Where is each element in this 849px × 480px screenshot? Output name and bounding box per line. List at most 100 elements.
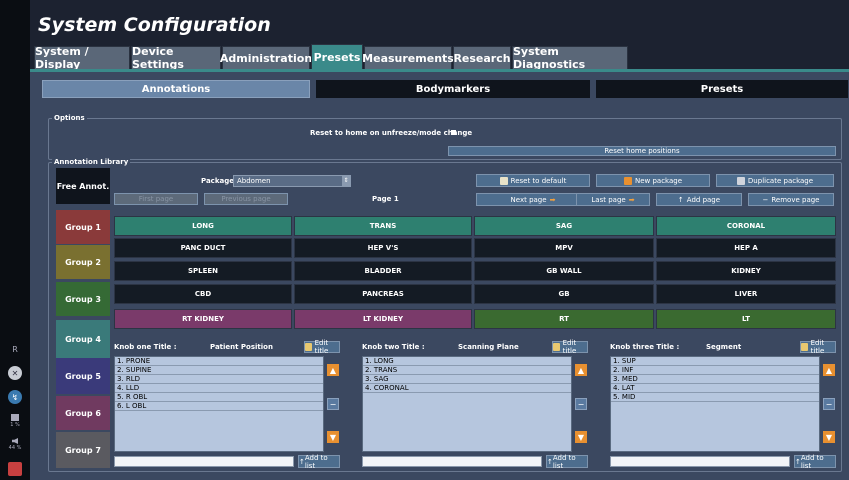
- annotation-cell[interactable]: SPLEEN: [114, 261, 292, 281]
- delete-icon[interactable]: −: [575, 398, 587, 410]
- list-item[interactable]: 4. CORONAL: [363, 384, 571, 393]
- move-up-icon[interactable]: ▲: [823, 364, 835, 376]
- add-to-list-button[interactable]: ↑ Add to list: [794, 453, 836, 470]
- tab-system-display[interactable]: System / Display: [34, 45, 130, 71]
- reset-home-positions-button[interactable]: Reset home positions: [448, 146, 836, 156]
- annotation-cell[interactable]: GB WALL: [474, 261, 654, 281]
- add-item-input[interactable]: [362, 456, 542, 467]
- list-item[interactable]: 5. R OBL: [115, 393, 323, 402]
- annotation-cell[interactable]: TRANS: [294, 216, 472, 236]
- knob-list[interactable]: 1. LONG 2. TRANS 3. SAG 4. CORONAL: [362, 356, 572, 452]
- group-5-button[interactable]: Group 5: [56, 358, 110, 394]
- tab-research[interactable]: Research: [453, 46, 511, 70]
- volume-icon[interactable]: 44 %: [6, 438, 24, 451]
- knob-title-value: Patient Position: [210, 343, 273, 351]
- group-7-button[interactable]: Group 7: [56, 432, 110, 468]
- delete-icon[interactable]: −: [823, 398, 835, 410]
- move-down-icon[interactable]: ▼: [823, 431, 835, 443]
- group-label: Group 7: [65, 445, 101, 455]
- list-item[interactable]: 4. LAT: [611, 384, 819, 393]
- annotation-cell[interactable]: RT KIDNEY: [114, 309, 292, 329]
- printer-icon[interactable]: 1 %: [6, 414, 24, 428]
- list-item[interactable]: 5. MID: [611, 393, 819, 402]
- last-page-button[interactable]: Last page ➡: [576, 193, 650, 206]
- group-1-button[interactable]: Group 1: [56, 210, 110, 244]
- delete-icon[interactable]: −: [327, 398, 339, 410]
- package-select[interactable]: Abdomen ⇕: [233, 175, 351, 187]
- add-page-button[interactable]: ↑ Add page: [656, 193, 742, 206]
- package-select-value: Abdomen: [237, 177, 271, 185]
- group-4-button[interactable]: Group 4: [56, 320, 110, 358]
- move-down-icon[interactable]: ▼: [327, 431, 339, 443]
- list-item[interactable]: 2. TRANS: [363, 366, 571, 375]
- annotation-cell[interactable]: RT: [474, 309, 654, 329]
- list-item[interactable]: 1. LONG: [363, 357, 571, 366]
- annotation-cell[interactable]: LIVER: [656, 284, 836, 304]
- reset-home-checkbox[interactable]: [451, 130, 456, 135]
- add-to-list-label: Add to list: [800, 453, 824, 470]
- annotation-cell[interactable]: LONG: [114, 216, 292, 236]
- list-item[interactable]: 3. MED: [611, 375, 819, 384]
- add-to-list-button[interactable]: ↑ Add to list: [546, 454, 588, 470]
- annotation-cell[interactable]: KIDNEY: [656, 261, 836, 281]
- last-page-label: Last page: [591, 195, 626, 204]
- annotation-cell[interactable]: MPV: [474, 238, 654, 258]
- tab-administration[interactable]: Administration: [220, 46, 312, 70]
- next-page-button[interactable]: Next page ➡: [476, 193, 590, 206]
- list-item[interactable]: 1. PRONE: [115, 357, 323, 366]
- annotation-cell[interactable]: BLADDER: [294, 261, 472, 281]
- first-page-button[interactable]: First page: [114, 193, 198, 205]
- group-3-button[interactable]: Group 3: [56, 282, 110, 316]
- close-circle-icon[interactable]: ✕: [8, 366, 22, 380]
- settings-icon[interactable]: [8, 462, 22, 476]
- knob-list[interactable]: 1. PRONE 2. SUPINE 3. RLD 4. LLD 5. R OBL 6. …: [114, 356, 324, 452]
- move-up-icon[interactable]: ▲: [327, 364, 339, 376]
- remove-page-button[interactable]: − Remove page: [748, 193, 834, 206]
- annotation-cell[interactable]: SAG: [474, 216, 654, 236]
- subtab-bodymarkers[interactable]: Bodymarkers: [316, 80, 590, 98]
- list-item[interactable]: 1. SUP: [611, 357, 819, 366]
- free-annot-button[interactable]: Free Annot.: [56, 168, 110, 204]
- add-item-input[interactable]: [610, 456, 790, 467]
- group-2-button[interactable]: Group 2: [56, 245, 110, 279]
- list-item[interactable]: 3. SAG: [363, 375, 571, 384]
- user-r-icon[interactable]: R: [8, 342, 22, 356]
- previous-page-button[interactable]: Previous page: [204, 193, 288, 205]
- list-item[interactable]: 4. LLD: [115, 384, 323, 393]
- group-6-button[interactable]: Group 6: [56, 396, 110, 430]
- first-page-label: First page: [138, 195, 174, 203]
- edit-title-button[interactable]: Edit title: [800, 339, 836, 355]
- annotation-cell[interactable]: LT KIDNEY: [294, 309, 472, 329]
- list-item[interactable]: 2. INF: [611, 366, 819, 375]
- annotation-cell[interactable]: PANC DUCT: [114, 238, 292, 258]
- list-item[interactable]: 6. L OBL: [115, 402, 323, 411]
- annotation-cell[interactable]: GB: [474, 284, 654, 304]
- duplicate-package-button[interactable]: Duplicate package: [716, 174, 834, 187]
- move-down-icon[interactable]: ▼: [575, 431, 587, 443]
- annotation-cell[interactable]: PANCREAS: [294, 284, 472, 304]
- edit-title-button[interactable]: Edit title: [552, 339, 588, 355]
- annotation-cell[interactable]: HEP V'S: [294, 238, 472, 258]
- chevron-down-icon: ⇕: [342, 176, 350, 186]
- add-item-input[interactable]: [114, 456, 294, 467]
- reset-default-button[interactable]: Reset to default: [476, 174, 590, 187]
- tab-device-settings[interactable]: Device Settings: [131, 45, 221, 71]
- list-item[interactable]: 2. SUPINE: [115, 366, 323, 375]
- annotation-cell[interactable]: LT: [656, 309, 836, 329]
- annotation-cell[interactable]: CORONAL: [656, 216, 836, 236]
- add-page-label: Add page: [686, 195, 721, 204]
- move-up-icon[interactable]: ▲: [575, 364, 587, 376]
- add-to-list-button[interactable]: ↑ Add to list: [298, 454, 340, 470]
- list-item[interactable]: 3. RLD: [115, 375, 323, 384]
- annotation-cell[interactable]: CBD: [114, 284, 292, 304]
- subtab-presets[interactable]: Presets: [596, 80, 848, 98]
- new-package-button[interactable]: New package: [596, 174, 710, 187]
- tab-system-diagnostics[interactable]: System Diagnostics: [512, 45, 628, 71]
- subtab-annotations[interactable]: Annotations: [42, 80, 310, 98]
- tab-presets[interactable]: Presets: [311, 44, 363, 70]
- annotation-cell[interactable]: HEP A: [656, 238, 836, 258]
- edit-title-button[interactable]: Edit title: [304, 339, 340, 355]
- probe-icon[interactable]: ↯: [8, 390, 22, 404]
- knob-list[interactable]: 1. SUP 2. INF 3. MED 4. LAT 5. MID: [610, 356, 820, 452]
- tab-measurements[interactable]: Measurements: [362, 46, 454, 70]
